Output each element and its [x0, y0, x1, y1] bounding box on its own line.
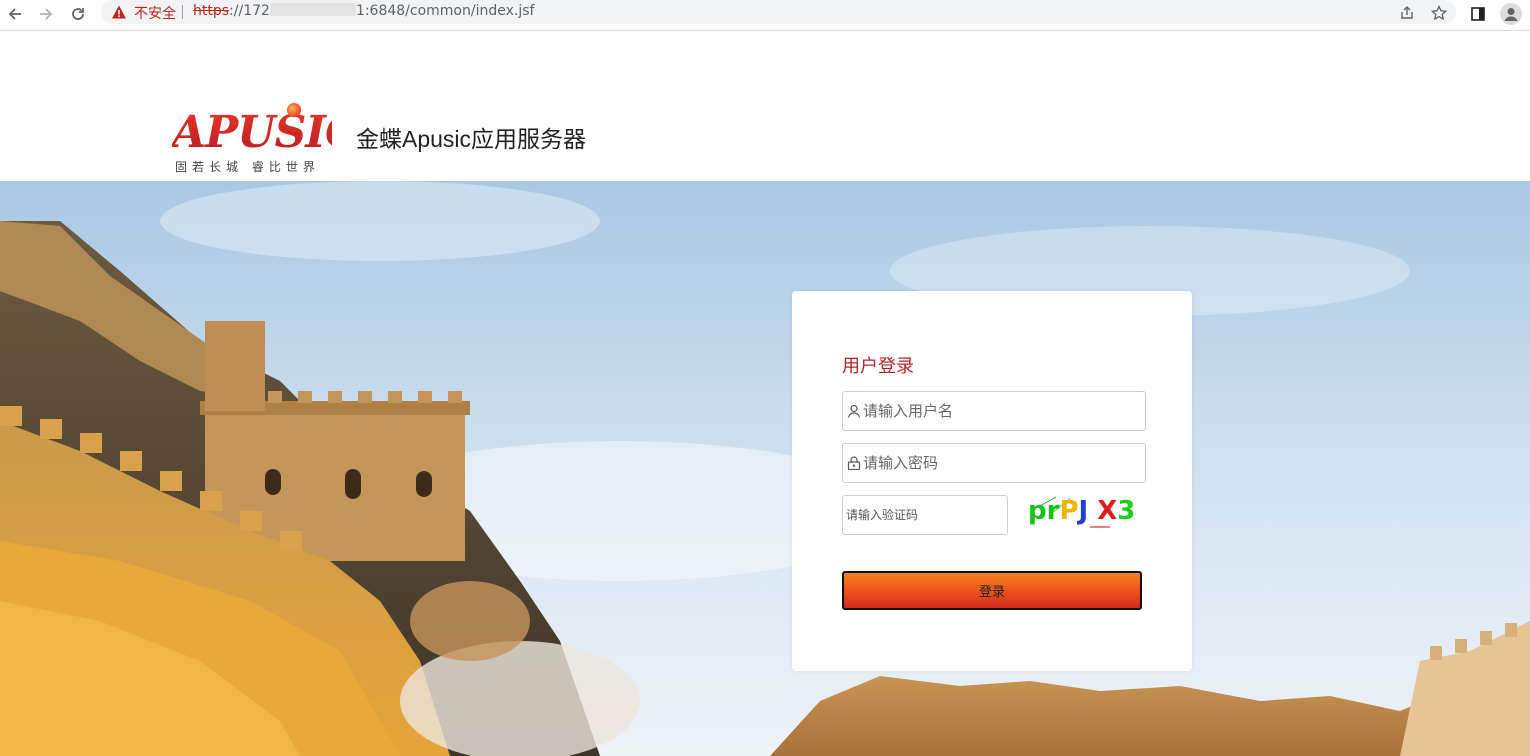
captcha-input[interactable]: [846, 496, 1002, 534]
logo-wordmark: APUSIC: [172, 107, 332, 155]
username-input[interactable]: [863, 392, 1139, 430]
reload-button[interactable]: [66, 2, 90, 26]
url-path: 1:6848/common/index.jsf: [355, 3, 535, 19]
username-field[interactable]: [842, 391, 1146, 431]
arrow-right-icon: [40, 8, 53, 20]
url-host-prefix: ://172: [229, 3, 270, 19]
logo-tagline: 固若长城 睿比世界: [175, 160, 320, 174]
warning-icon[interactable]: [111, 4, 127, 20]
omnibox-divider: [182, 5, 183, 19]
great-wall-illustration: [0, 181, 1530, 756]
url-text[interactable]: https://172 1:6848/common/index.jsf: [193, 3, 534, 19]
reload-icon: [72, 8, 84, 20]
user-icon: [847, 404, 861, 418]
login-title: 用户登录: [842, 356, 914, 377]
bookmark-button[interactable]: [1428, 2, 1450, 24]
forward-button[interactable]: [34, 2, 58, 26]
great-wall-background: [0, 181, 1530, 756]
apusic-logo-mark: APUSIC: [172, 103, 332, 155]
url-scheme: https: [193, 3, 230, 19]
logo-orange-dot: [287, 103, 301, 117]
side-panel-button[interactable]: [1466, 2, 1490, 26]
login-card: 用户登录 prPJ X3 登录: [792, 291, 1192, 671]
captcha-field[interactable]: [842, 495, 1008, 535]
arrow-left-icon: [8, 8, 21, 20]
site-header: APUSIC 固若长城 睿比世界 金蝶Apusic应用服务器: [0, 31, 1530, 181]
captcha-image[interactable]: prPJ X3: [1026, 491, 1136, 531]
side-panel-icon: [1471, 7, 1485, 21]
profile-avatar-icon: [1500, 3, 1522, 25]
share-icon: [1401, 6, 1413, 19]
profile-button[interactable]: [1499, 2, 1523, 26]
page-title: 金蝶Apusic应用服务器: [356, 126, 587, 152]
address-bar[interactable]: 不安全 https://172 1:6848/common/index.jsf: [101, 0, 1456, 24]
password-input[interactable]: [863, 444, 1139, 482]
share-button[interactable]: [1396, 2, 1418, 24]
not-secure-label[interactable]: 不安全: [134, 3, 176, 23]
star-icon: [1431, 5, 1447, 21]
captcha-text: prPJ X3: [1028, 496, 1135, 526]
lock-icon: [847, 456, 861, 470]
back-button[interactable]: [3, 2, 27, 26]
url-redacted-block: [269, 3, 356, 16]
password-field[interactable]: [842, 443, 1146, 483]
browser-toolbar: 不安全 https://172 1:6848/common/index.jsf: [0, 0, 1530, 31]
apusic-logo: APUSIC 固若长城 睿比世界: [172, 97, 332, 177]
login-button[interactable]: 登录: [842, 571, 1142, 610]
